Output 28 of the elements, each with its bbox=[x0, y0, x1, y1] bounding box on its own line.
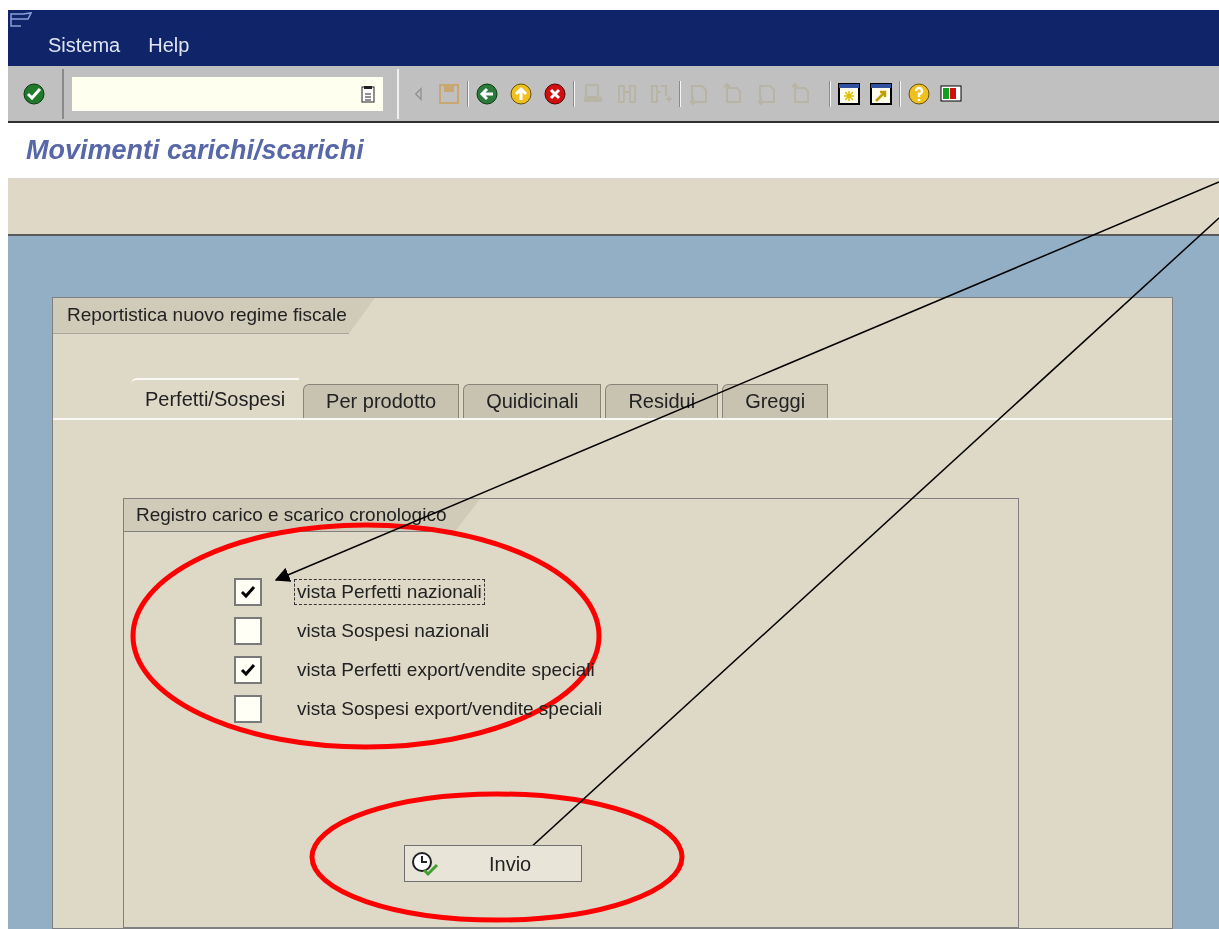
send-button[interactable]: Invio bbox=[404, 845, 582, 882]
checkbox[interactable] bbox=[234, 578, 262, 606]
command-field[interactable] bbox=[72, 76, 383, 111]
tab[interactable]: Quidicinali bbox=[463, 383, 602, 418]
checkbox-label[interactable]: vista Sospesi nazionali bbox=[294, 618, 493, 644]
tab[interactable]: Residui bbox=[605, 383, 719, 418]
clock-check-icon bbox=[411, 850, 439, 877]
screen-title: Movimenti carichi/scarichi bbox=[26, 134, 364, 168]
checkbox[interactable] bbox=[234, 695, 262, 723]
menu-item[interactable]: Sistema bbox=[48, 30, 121, 60]
shortcut-icon[interactable] bbox=[869, 81, 893, 106]
checkmark-icon bbox=[240, 663, 256, 677]
tab[interactable]: Per prodotto bbox=[303, 383, 460, 418]
up-icon[interactable] bbox=[509, 81, 533, 106]
checkbox[interactable] bbox=[234, 617, 262, 645]
new-window-icon[interactable] bbox=[837, 81, 861, 106]
check-icon[interactable] bbox=[22, 81, 46, 106]
tab[interactable]: Greggi bbox=[722, 383, 829, 418]
checkmark-icon bbox=[240, 585, 256, 599]
back-icon[interactable] bbox=[475, 81, 499, 106]
group-box-title: Reportistica nuovo regime fiscale bbox=[53, 298, 375, 334]
window-icon[interactable] bbox=[10, 12, 32, 28]
menu-item[interactable]: Help bbox=[148, 30, 190, 60]
help-icon[interactable] bbox=[907, 81, 931, 106]
checkbox[interactable] bbox=[234, 656, 262, 684]
list-icon[interactable] bbox=[361, 84, 375, 103]
checkbox-label[interactable]: vista Perfetti nazionali bbox=[294, 579, 485, 605]
cancel-icon[interactable] bbox=[543, 81, 567, 106]
